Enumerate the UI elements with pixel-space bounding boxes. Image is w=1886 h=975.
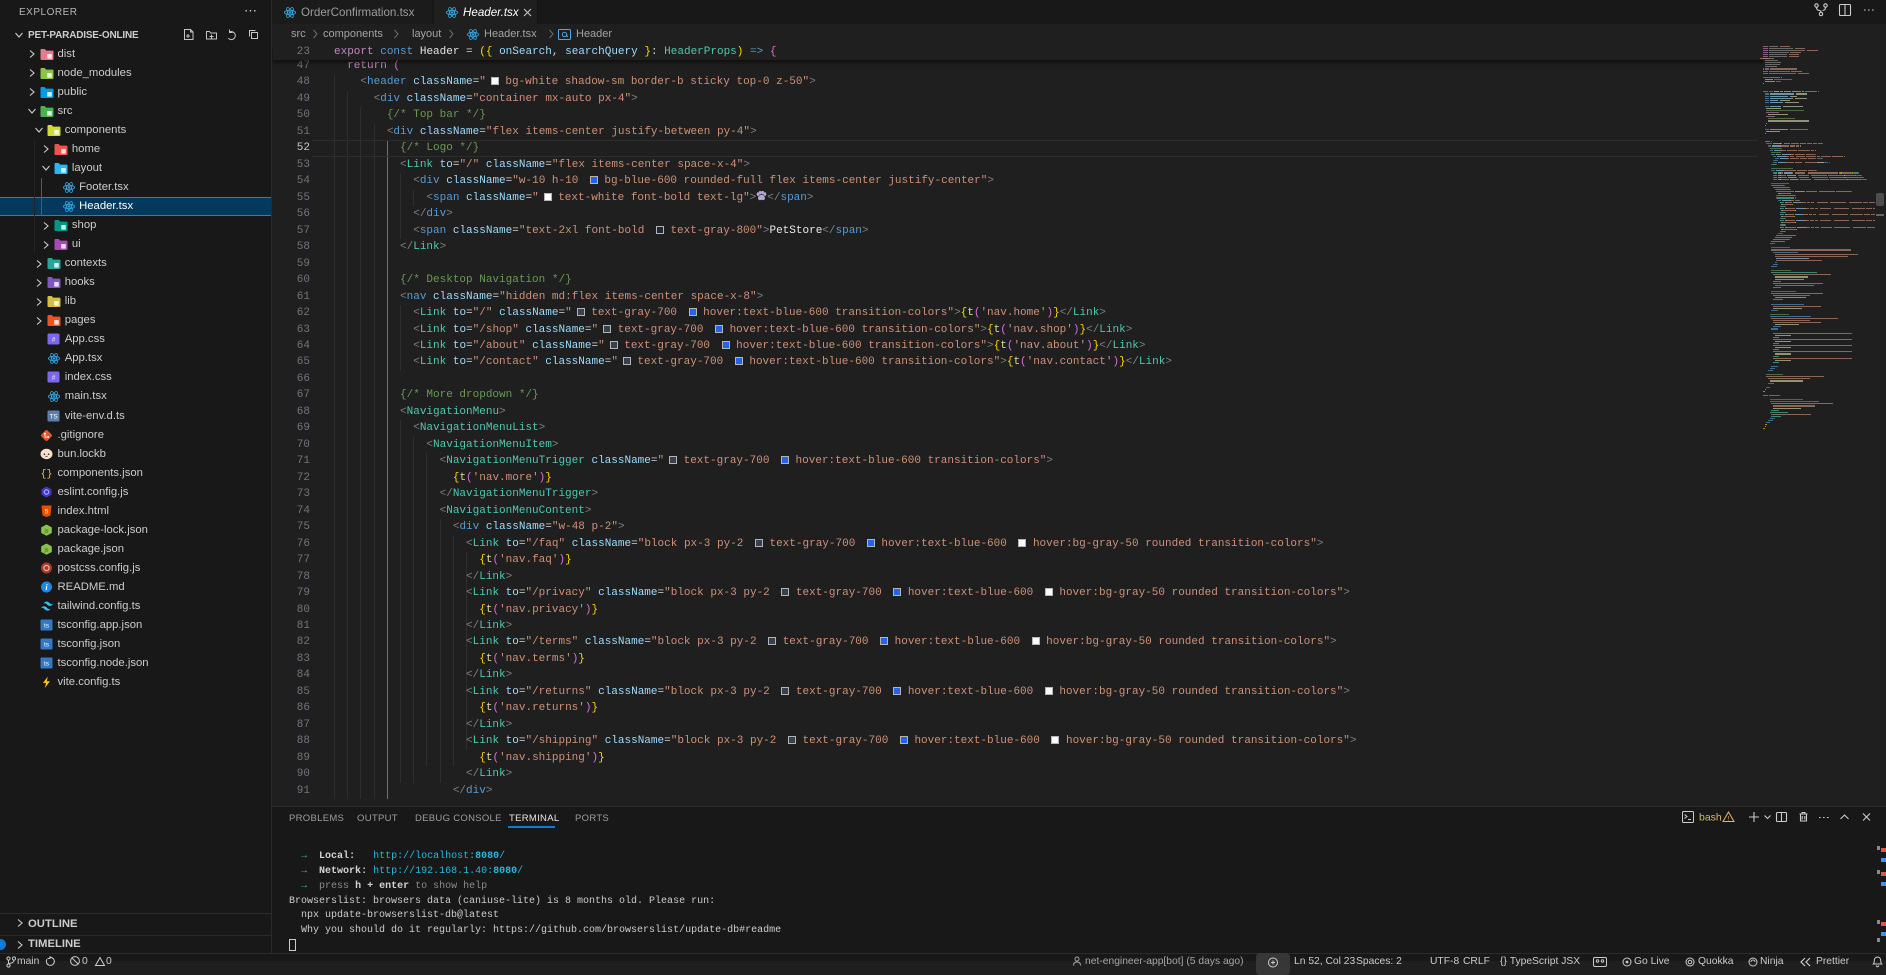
svg-text:ts: ts (44, 661, 50, 668)
svg-text:js: js (44, 547, 49, 553)
svg-text:bash: bash (1699, 812, 1722, 824)
svg-text:{}: {} (40, 468, 52, 479)
svg-text:ts: ts (44, 623, 50, 630)
svg-text:TS: TS (50, 413, 59, 420)
svg-text:ts: ts (44, 642, 50, 649)
svg-text:!: ! (1728, 816, 1730, 823)
svg-text:js: js (44, 528, 49, 534)
svg-text:5: 5 (45, 508, 49, 515)
